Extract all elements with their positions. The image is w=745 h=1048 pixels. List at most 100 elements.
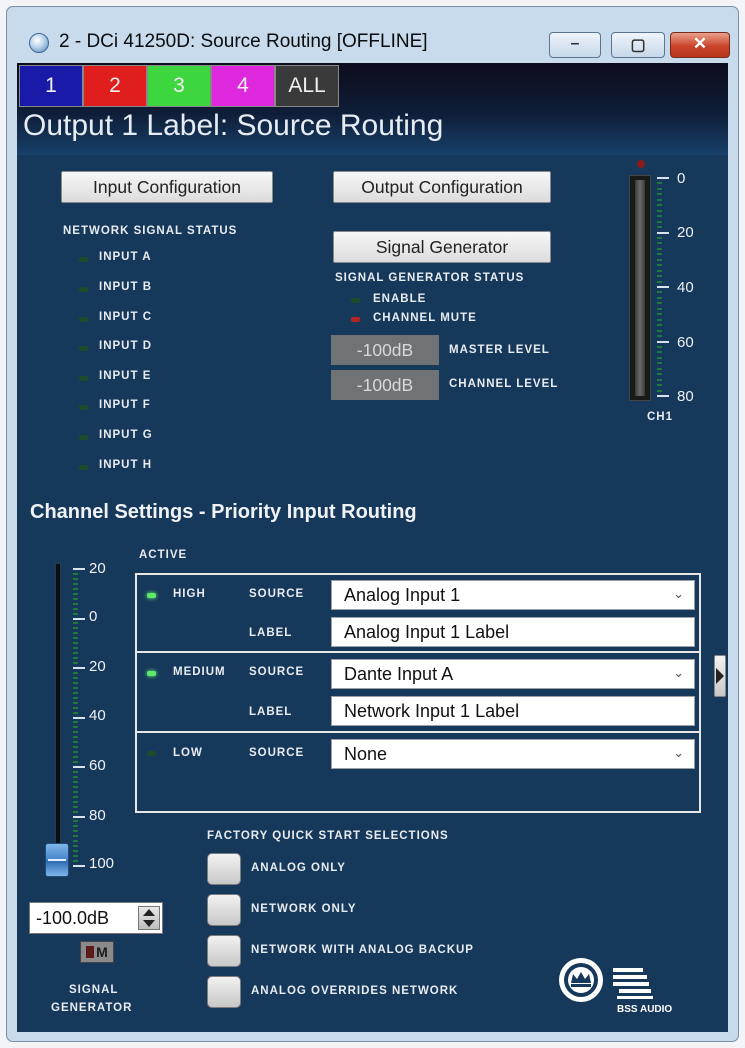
tab-channel-all[interactable]: ALL: [275, 65, 339, 107]
medium-source-dropdown[interactable]: Dante Input A ⌄: [331, 659, 695, 689]
fader-minor-tick: [73, 766, 85, 768]
fader-minor-tick: [73, 850, 78, 853]
spin-arrows-icon[interactable]: [138, 906, 160, 930]
expand-right-button[interactable]: [714, 655, 726, 697]
input-configuration-button[interactable]: Input Configuration: [61, 171, 273, 203]
signal-generator-caption-2: GENERATOR: [51, 1002, 133, 1014]
input-b-led: [79, 287, 88, 292]
channel-mute-label: CHANNEL MUTE: [373, 312, 477, 324]
meter-minor-tick: [657, 302, 662, 305]
meter-minor-tick: [657, 275, 662, 278]
fader-minor-tick: [73, 795, 78, 798]
meter-minor-tick: [657, 296, 662, 299]
chevron-down-icon: ⌄: [673, 665, 684, 680]
network-only-label: NETWORK ONLY: [251, 903, 357, 915]
title-bar[interactable]: 2 - DCi 41250D: Source Routing [OFFLINE]…: [7, 7, 738, 61]
meter-minor-tick: [657, 247, 662, 250]
fader-minor-tick: [73, 587, 78, 590]
tab-channel-3[interactable]: 3: [147, 65, 211, 107]
output-label-title: Output 1 Label: Source Routing: [23, 109, 444, 142]
meter-minor-tick: [657, 253, 662, 256]
high-priority-label: HIGH: [173, 588, 206, 600]
fader-minor-tick: [73, 637, 78, 640]
fader-minor-tick: [73, 761, 78, 764]
medium-label-label: LABEL: [249, 706, 293, 718]
output-meter: [629, 175, 651, 401]
fader-minor-tick: [73, 597, 78, 600]
analog-only-button[interactable]: [207, 853, 241, 885]
meter-bar: [635, 180, 645, 396]
tab-channel-4[interactable]: 4: [211, 65, 275, 107]
fader-minor-tick: [73, 810, 78, 813]
master-level-label: MASTER LEVEL: [449, 344, 550, 356]
input-g-label: INPUT G: [99, 429, 153, 441]
high-source-dropdown[interactable]: Analog Input 1 ⌄: [331, 580, 695, 610]
fader-minor-tick: [73, 830, 78, 833]
level-spinbox[interactable]: -100.0dB: [29, 902, 163, 934]
fader-minor-tick: [73, 681, 78, 684]
maximize-button[interactable]: ▢: [611, 32, 665, 58]
low-source-dropdown[interactable]: None ⌄: [331, 739, 695, 769]
signal-generator-status-title: SIGNAL GENERATOR STATUS: [335, 272, 525, 284]
close-button[interactable]: ✕: [670, 32, 730, 58]
medium-priority-label: MEDIUM: [173, 666, 226, 678]
meter-minor-tick: [657, 324, 662, 327]
fader-minor-tick: [73, 671, 78, 674]
meter-minor-tick: [657, 318, 662, 321]
meter-minor-tick: [657, 280, 662, 283]
meter-minor-tick: [657, 198, 662, 201]
routing-divider-2: [135, 731, 701, 733]
meter-minor-tick: [657, 313, 662, 316]
high-label-input[interactable]: Analog Input 1 Label: [331, 617, 695, 647]
fader-minor-tick: [73, 726, 78, 729]
fader-tick-80: 80: [89, 807, 106, 824]
high-label-label: LABEL: [249, 627, 293, 639]
input-a-label: INPUT A: [99, 251, 152, 263]
mute-indicator-icon: [86, 946, 95, 958]
analog-overrides-network-button[interactable]: [207, 976, 241, 1008]
minimize-button[interactable]: –: [549, 32, 601, 58]
fader-minor-tick: [73, 825, 78, 828]
network-with-analog-backup-button[interactable]: [207, 935, 241, 967]
meter-minor-tick: [657, 340, 669, 343]
meter-minor-tick: [657, 291, 662, 294]
level-value: -100.0dB: [36, 908, 110, 928]
fader-minor-tick: [73, 632, 78, 635]
fader-minor-tick: [73, 577, 78, 580]
meter-minor-tick: [657, 209, 662, 212]
analog-only-label: ANALOG ONLY: [251, 862, 346, 874]
channel-settings-title: Channel Settings - Priority Input Routin…: [30, 501, 417, 523]
network-only-button[interactable]: [207, 894, 241, 926]
app-icon[interactable]: [29, 33, 49, 53]
meter-minor-tick: [657, 384, 662, 387]
fader-minor-tick: [73, 790, 78, 793]
tab-channel-1[interactable]: 1: [19, 65, 83, 107]
fader-minor-tick: [73, 820, 78, 823]
fader-minor-tick: [73, 815, 85, 818]
channel-level-label: CHANNEL LEVEL: [449, 378, 559, 390]
meter-tick-80: 80: [677, 388, 694, 405]
output-configuration-button[interactable]: Output Configuration: [333, 171, 551, 203]
meter-minor-tick: [657, 307, 662, 310]
meter-minor-tick: [657, 215, 662, 218]
fader-minor-tick: [73, 652, 78, 655]
medium-label-input[interactable]: Network Input 1 Label: [331, 696, 695, 726]
fader-knob[interactable]: [45, 843, 69, 877]
fader-minor-tick: [73, 622, 78, 625]
fader-minor-tick: [73, 835, 78, 838]
fader-track[interactable]: [55, 563, 61, 873]
fader-minor-tick: [73, 775, 78, 778]
fader-minor-tick: [73, 662, 78, 665]
meter-minor-tick: [657, 395, 669, 397]
meter-tick-0: 0: [677, 170, 686, 187]
input-c-led: [79, 317, 88, 322]
minimize-icon: –: [570, 35, 580, 52]
input-f-label: INPUT F: [99, 399, 151, 411]
meter-minor-tick: [657, 378, 662, 381]
tab-channel-2[interactable]: 2: [83, 65, 147, 107]
mute-button[interactable]: M: [80, 941, 114, 963]
fader-minor-tick: [73, 647, 78, 650]
signal-generator-button[interactable]: Signal Generator: [333, 231, 551, 263]
fader-minor-tick: [73, 770, 78, 773]
meter-minor-tick: [657, 220, 662, 223]
